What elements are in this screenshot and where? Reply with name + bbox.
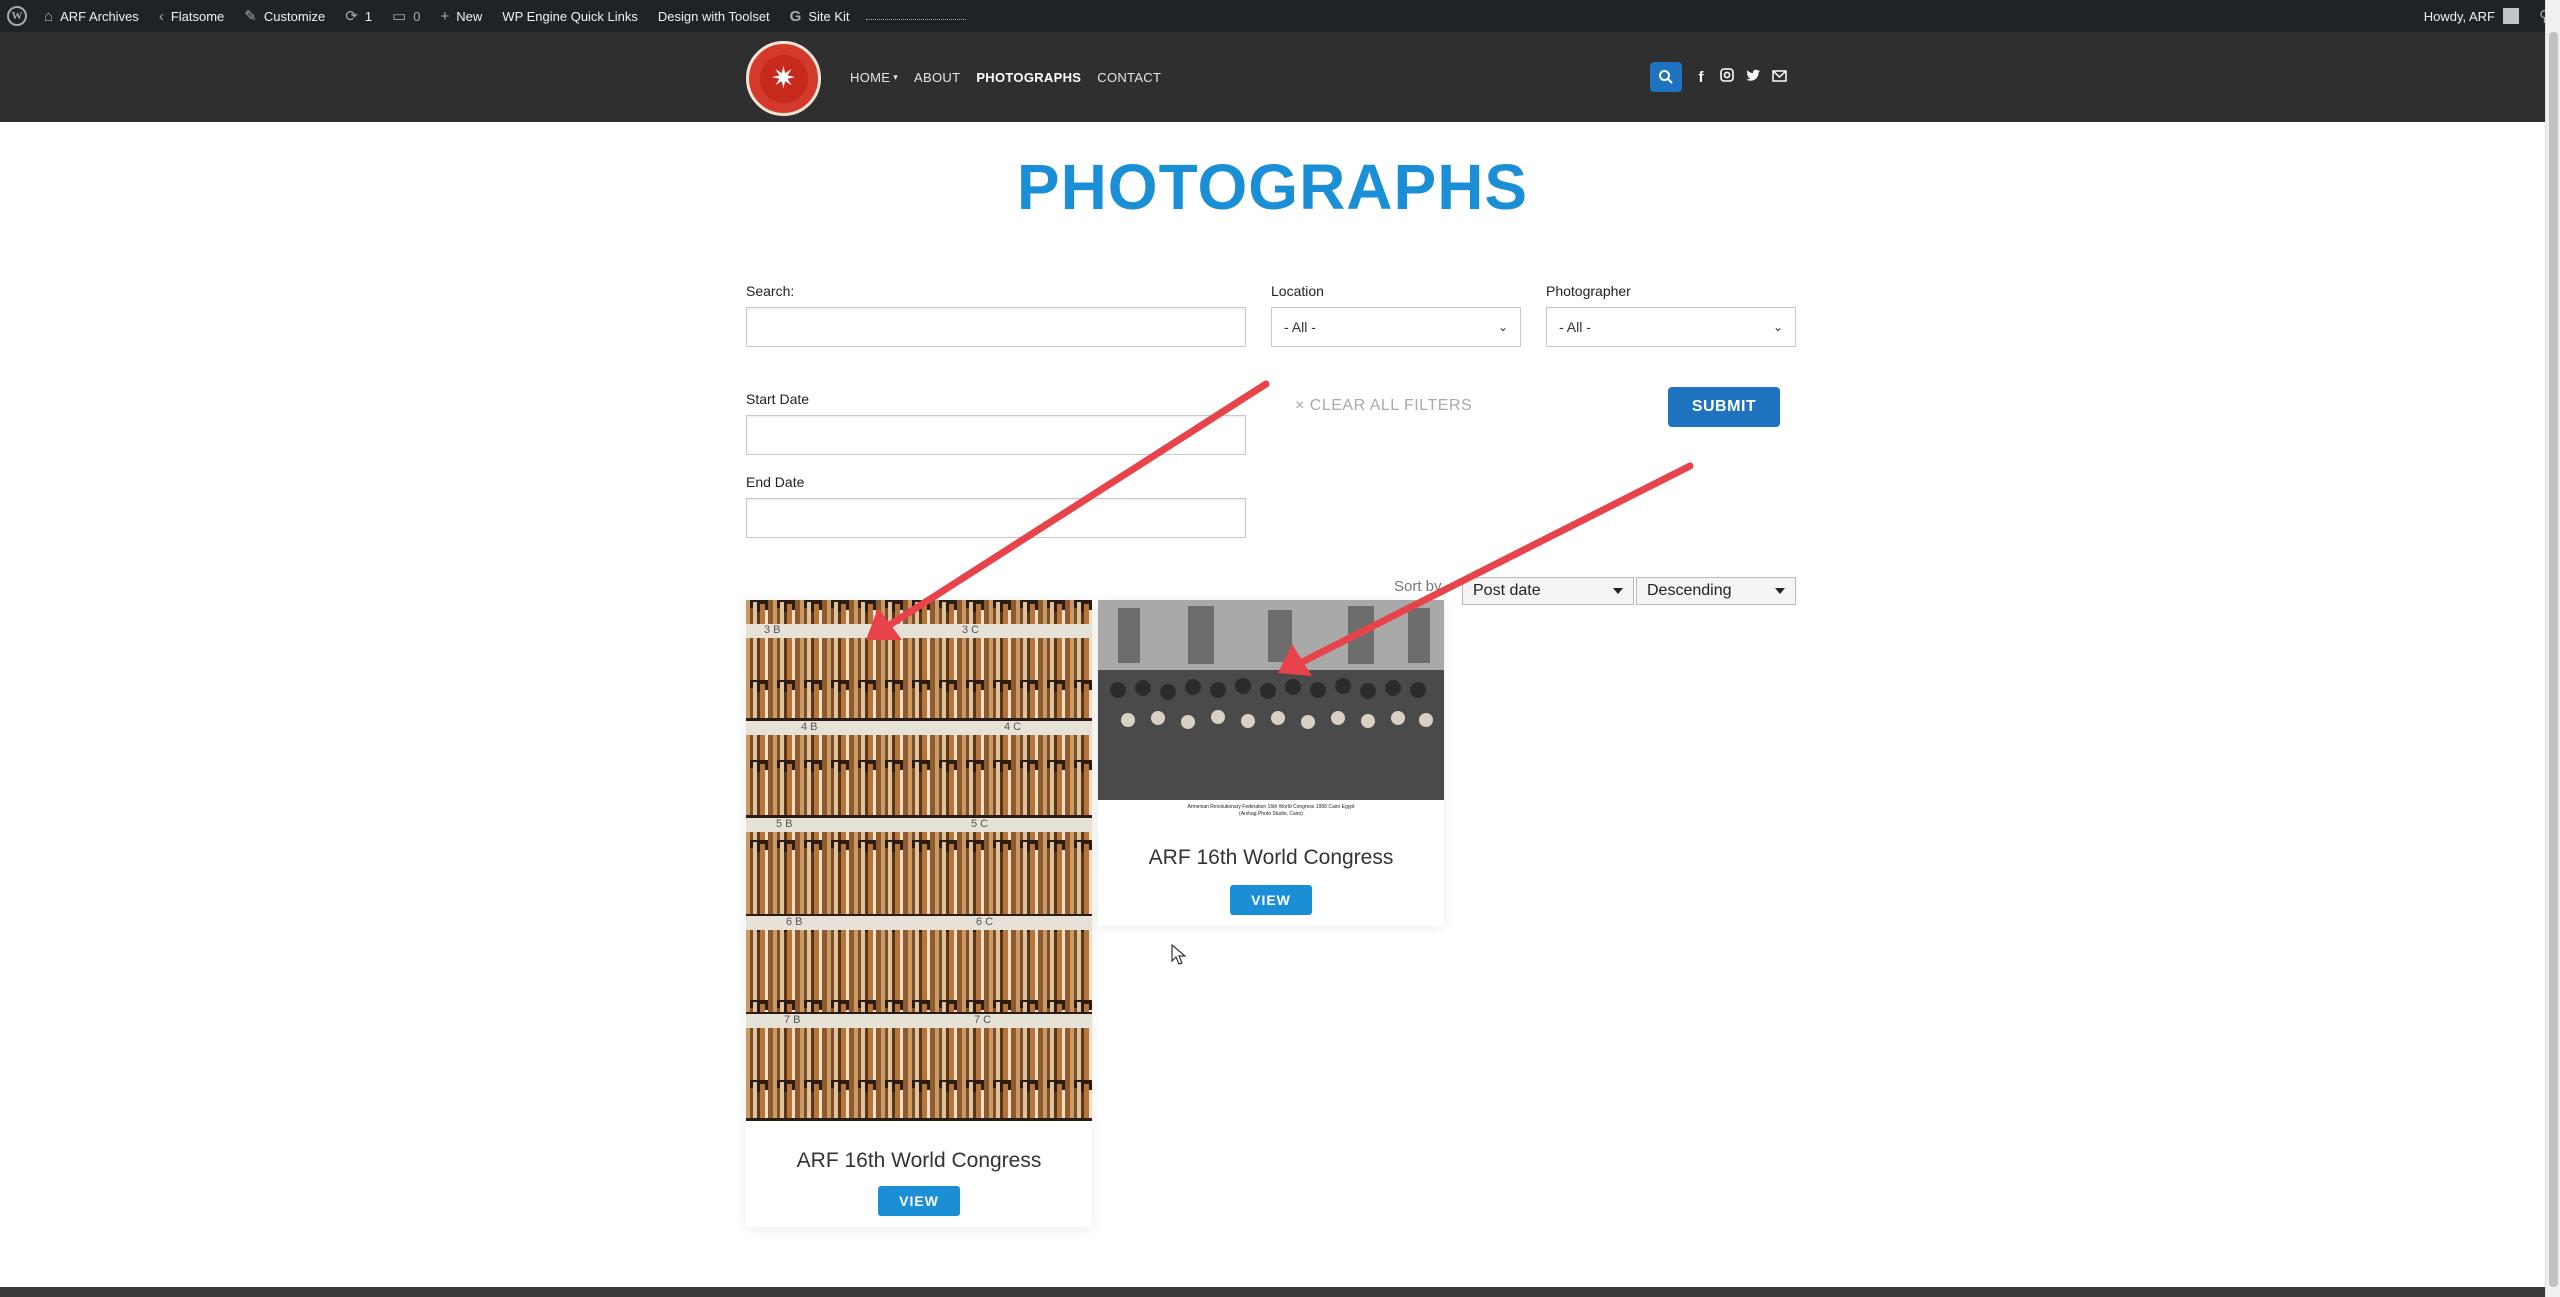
adminbar-comments[interactable]: ▭ 0 <box>382 0 430 32</box>
card-title[interactable]: ARF 16th World Congress <box>1098 846 1444 870</box>
photo-card: 3 B3 C 4 B4 C 5 B5 C 6 B6 C 7 B7 C ARF 1… <box>746 600 1092 1227</box>
header-search-button[interactable] <box>1650 62 1682 92</box>
adminbar-site[interactable]: ⌂ ARF Archives <box>34 0 149 32</box>
card-title[interactable]: ARF 16th World Congress <box>746 1149 1092 1173</box>
photo-caption: (Arshag Photo Studio, Cairo) <box>1239 811 1303 817</box>
chevron-down-icon: ⌄ <box>1772 320 1783 334</box>
main-nav: HOME ▾ ABOUT PHOTOGRAPHS CONTACT <box>850 32 1177 122</box>
adminbar-wpengine[interactable]: WP Engine Quick Links <box>492 0 648 32</box>
header-icons: f <box>1650 62 1798 92</box>
view-button[interactable]: VIEW <box>1230 885 1312 915</box>
search-input[interactable] <box>746 307 1246 347</box>
end-date-input[interactable] <box>746 498 1246 538</box>
view-button[interactable]: VIEW <box>878 1186 960 1216</box>
scrollbar-thumb[interactable] <box>2549 32 2558 1287</box>
sort-label: Sort by <box>1394 578 1442 595</box>
wp-admin-bar: W ⌂ ARF Archives ‹ Flatsome ✎ Customize ⟳ 1 … <box>0 0 2560 32</box>
start-date-input[interactable] <box>746 415 1246 455</box>
shelf-label: 5 B5 C <box>746 818 1092 832</box>
email-icon[interactable] <box>1772 69 1787 86</box>
adminbar-account[interactable]: Howdy, ARF <box>2414 0 2529 32</box>
caret-down-icon <box>1775 588 1785 594</box>
end-date-label: End Date <box>746 474 805 490</box>
page-scrollbar[interactable] <box>2545 0 2560 1297</box>
nav-photographs[interactable]: PHOTOGRAPHS <box>976 70 1081 85</box>
nav-contact[interactable]: CONTACT <box>1097 70 1161 85</box>
wordpress-logo-icon[interactable]: W <box>0 0 34 32</box>
shelf-label: 6 B6 C <box>746 916 1092 930</box>
site-header: ✷ HOME ▾ ABOUT PHOTOGRAPHS CONTACT f <box>0 32 2545 122</box>
sort-field-select[interactable]: Post date <box>1462 577 1634 605</box>
bookshelf-image <box>746 600 1092 1121</box>
adminbar-toolset[interactable]: Design with Toolset <box>648 0 780 32</box>
clear-filters-link[interactable]: × CLEAR ALL FILTERS <box>1295 397 1472 415</box>
twitter-icon[interactable] <box>1746 69 1760 86</box>
adminbar-theme[interactable]: ‹ Flatsome <box>149 0 234 32</box>
card-image-bookshelf[interactable]: 3 B3 C 4 B4 C 5 B5 C 6 B6 C 7 B7 C <box>746 600 1092 1121</box>
location-label: Location <box>1271 283 1324 299</box>
shelf-label: 7 B7 C <box>746 1014 1092 1028</box>
site-logo[interactable]: ✷ <box>746 41 821 116</box>
photo-caption: Armenian Revolutionary Federation 16th W… <box>1188 804 1356 810</box>
logo-emblem-icon: ✷ <box>759 54 808 103</box>
adminbar-customize[interactable]: ✎ Customize <box>234 0 335 32</box>
search-label: Search: <box>746 283 795 299</box>
site-footer <box>0 1287 2545 1297</box>
comment-icon: ▭ <box>392 8 407 25</box>
chevron-down-icon: ⌄ <box>1497 320 1508 334</box>
home-icon: ⌂ <box>44 7 54 25</box>
instagram-icon[interactable] <box>1720 68 1734 86</box>
photo-card: Armenian Revolutionary Federation 16th W… <box>1098 600 1444 926</box>
avatar <box>2503 8 2519 24</box>
chevron-down-icon: ▾ <box>893 71 899 82</box>
nav-about[interactable]: ABOUT <box>914 70 960 85</box>
nav-home[interactable]: HOME ▾ <box>850 70 898 85</box>
adminbar-updates[interactable]: ⟳ 1 <box>335 0 382 32</box>
card-image-group-photo[interactable]: Armenian Revolutionary Federation 16th W… <box>1098 600 1444 820</box>
plus-icon: + <box>440 7 450 25</box>
location-select[interactable]: - All - ⌄ <box>1271 307 1521 347</box>
updates-icon: ⟳ <box>345 8 358 25</box>
shelf-label: 4 B4 C <box>746 721 1092 735</box>
adminbar-loader <box>865 12 966 20</box>
shelf-label: 3 B3 C <box>746 624 1092 638</box>
sort-order-select[interactable]: Descending <box>1636 577 1796 605</box>
flatsome-icon: ‹ <box>158 7 164 25</box>
start-date-label: Start Date <box>746 391 810 407</box>
caret-down-icon <box>1613 588 1623 594</box>
brush-icon: ✎ <box>244 8 257 25</box>
search-icon <box>1659 70 1673 84</box>
group-photo-image: Armenian Revolutionary Federation 16th W… <box>1098 600 1444 820</box>
photographer-select[interactable]: - All - ⌄ <box>1546 307 1796 347</box>
submit-button[interactable]: SUBMIT <box>1668 387 1780 427</box>
adminbar-new[interactable]: + New <box>431 0 493 32</box>
facebook-icon[interactable]: f <box>1694 69 1708 86</box>
adminbar-sitekit[interactable]: G Site Kit <box>780 0 860 32</box>
google-g-icon: G <box>789 7 802 25</box>
photographer-label: Photographer <box>1546 283 1631 299</box>
page-title: PHOTOGRAPHS <box>1016 151 1529 223</box>
mouse-cursor-icon <box>1171 944 1187 965</box>
